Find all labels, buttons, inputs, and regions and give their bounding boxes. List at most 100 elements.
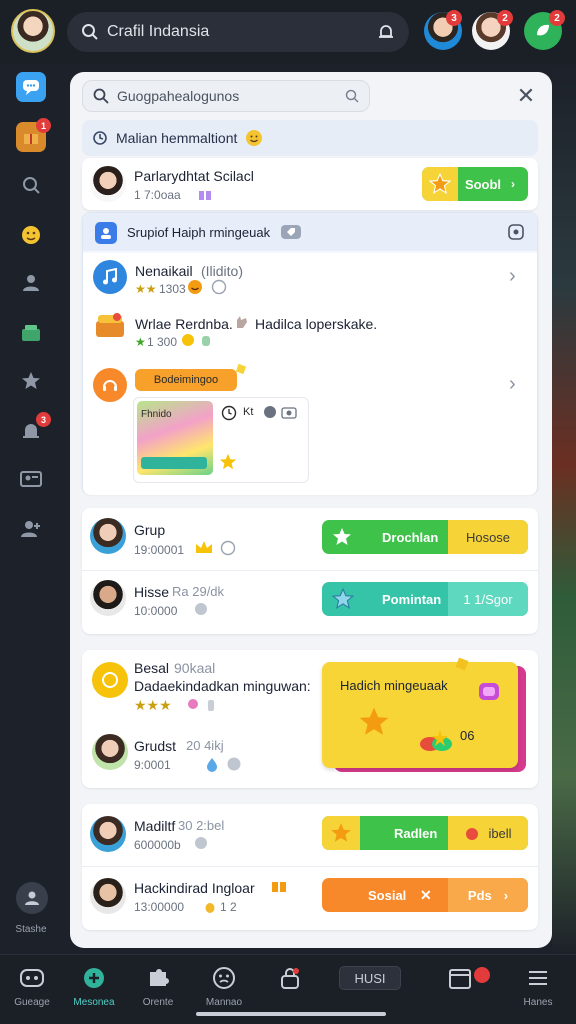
avatar <box>90 518 126 554</box>
close-icon[interactable]: ✕ <box>514 83 538 108</box>
friend-action-button[interactable]: Pomintan 1 1/Sgor <box>322 582 528 616</box>
group-item-tag: Bodeimingoo <box>135 369 237 391</box>
top-search-text: Crafil Indansia <box>107 23 210 40</box>
emoji-icon[interactable] <box>16 220 46 250</box>
refresh-icon <box>92 130 108 146</box>
info-banner: Malian hemmaltiont <box>82 120 538 156</box>
reward-name: Besal <box>134 660 170 676</box>
nav-label: Mannao <box>205 997 243 1008</box>
star-icon <box>219 453 237 471</box>
group-item-name: Nenaikail <box>135 263 193 279</box>
notification-badge: 2 <box>549 10 565 26</box>
drop-icon <box>204 756 220 772</box>
friend-time: 600000b <box>134 838 181 852</box>
friend-secondary-text: Pds <box>467 887 492 903</box>
friends-modal: Guogpahealogunos ✕ Malian hemmaltiont Pa… <box>70 72 552 948</box>
media-caption-bar <box>141 457 207 469</box>
group-item-extra: (Ilidito) <box>201 263 244 279</box>
star-icon <box>322 816 360 850</box>
friend-action-button[interactable]: Drochlan Hosose <box>322 520 528 554</box>
promo-title: Hadich mingeuaak <box>340 678 448 693</box>
group-icon <box>226 756 242 772</box>
store-icon[interactable] <box>16 318 46 348</box>
reward-name-extra: 90kaal <box>174 660 216 676</box>
nav-item-orente[interactable]: Orente <box>126 963 190 1008</box>
chevron-right-icon[interactable]: › <box>509 265 516 288</box>
gift-cube-icon <box>476 678 502 704</box>
top-search-bar[interactable]: Crafil Indansia <box>67 12 409 52</box>
media-code: Kt <box>243 406 254 418</box>
avatar <box>90 878 126 914</box>
avatar <box>90 580 126 616</box>
star-icon[interactable] <box>16 366 46 396</box>
friend-action-label: Radlen <box>394 825 438 841</box>
sparkle-icon <box>454 656 470 672</box>
bomb-icon <box>464 825 480 841</box>
group-card: Srupiof Haiph rmingeuak Nenaikail (Ilidi… <box>82 212 538 495</box>
contacts-icon[interactable] <box>16 268 46 298</box>
hand-icon <box>233 312 251 330</box>
rating-stars: ★ <box>135 335 146 349</box>
clock-icon <box>221 405 237 421</box>
friend-row-top[interactable]: Parlarydhtat Scilacl 1 7:0oaa Soobl › <box>82 158 538 210</box>
avatar <box>90 816 126 852</box>
id-card-icon[interactable] <box>16 464 46 494</box>
friend-action-button[interactable]: Sosial ✕ Pds › <box>322 878 528 912</box>
chat-app-icon[interactable] <box>16 72 46 102</box>
search-submit-icon[interactable] <box>345 89 359 103</box>
puzzle-icon <box>126 963 190 993</box>
friend-action-button[interactable]: Radlen ibell <box>322 816 528 850</box>
rating-stars: ★★ <box>135 282 157 296</box>
profile-avatar[interactable] <box>11 9 55 53</box>
nav-badge <box>474 967 490 983</box>
group-card-title: Srupiof Haiph rmingeuak <box>127 225 271 240</box>
pineapple-icon <box>204 898 216 914</box>
smile-outline-icon <box>220 540 236 556</box>
left-rail: 1 3 Stashe <box>0 64 62 954</box>
rail-status-label: Stashe <box>15 924 47 935</box>
divider <box>82 866 538 867</box>
chevron-right-icon[interactable]: › <box>509 373 516 396</box>
fruit-icon <box>418 728 454 754</box>
star-icon <box>358 706 390 738</box>
send-button[interactable]: Soobl › <box>422 167 528 201</box>
modal-search-input[interactable]: Guogpahealogunos <box>82 80 370 112</box>
friends-list-a: Grup 19:00001 Drochlan Hosose Hisse Ra 2… <box>82 508 538 634</box>
nav-item-mesonea[interactable]: Mesonea <box>62 963 126 1008</box>
menu-icon <box>506 963 570 993</box>
friend-action-label: Drochlan <box>382 529 439 545</box>
friend-action-label: Pomintan <box>382 591 442 607</box>
friend-secondary-label: 1 1/Sgor <box>448 582 528 616</box>
reward-card: Besal 90kaal Dadaekindadkan minguwan: ★★… <box>82 650 538 788</box>
nav-item-gueage[interactable]: Gueage <box>0 963 64 1008</box>
friend-secondary-text: ibell <box>488 825 512 841</box>
nav-label: Mesonea <box>73 997 115 1008</box>
bottle-icon <box>204 698 218 712</box>
notification-badge: 3 <box>446 10 462 26</box>
nav-label: Orente <box>142 997 174 1008</box>
home-indicator[interactable] <box>196 1012 386 1016</box>
keyboard-icon: HUSI <box>336 963 404 993</box>
emoji-icon <box>187 279 203 295</box>
background-game-strip <box>552 64 576 954</box>
group-item-sub: 1303 <box>159 282 186 296</box>
add-friend-icon[interactable] <box>16 514 46 544</box>
friend-name: Grup <box>134 522 166 538</box>
search-chat-icon[interactable] <box>16 170 46 200</box>
nav-item-hanes[interactable]: Hanes <box>506 963 570 1008</box>
friend-name-extra: 30 2:bel <box>178 818 225 833</box>
nav-item-mannao[interactable]: Mannao <box>192 963 256 1008</box>
rail-badge: 3 <box>36 412 51 427</box>
group-item-name: Wrlae Rerdnba. <box>135 316 233 332</box>
leaf-icon <box>537 24 549 36</box>
coin-icon <box>181 333 195 347</box>
friend-time: 10:0000 <box>134 604 178 618</box>
nav-item-lock[interactable] <box>258 963 322 997</box>
notification-icon[interactable] <box>377 23 395 41</box>
sparkle-icon <box>235 363 247 375</box>
search-icon <box>81 23 99 41</box>
info-icon <box>194 602 208 616</box>
nav-item-husi[interactable]: HUSI <box>336 963 404 993</box>
settings-icon[interactable] <box>507 223 525 241</box>
status-avatar-icon[interactable] <box>16 882 48 914</box>
